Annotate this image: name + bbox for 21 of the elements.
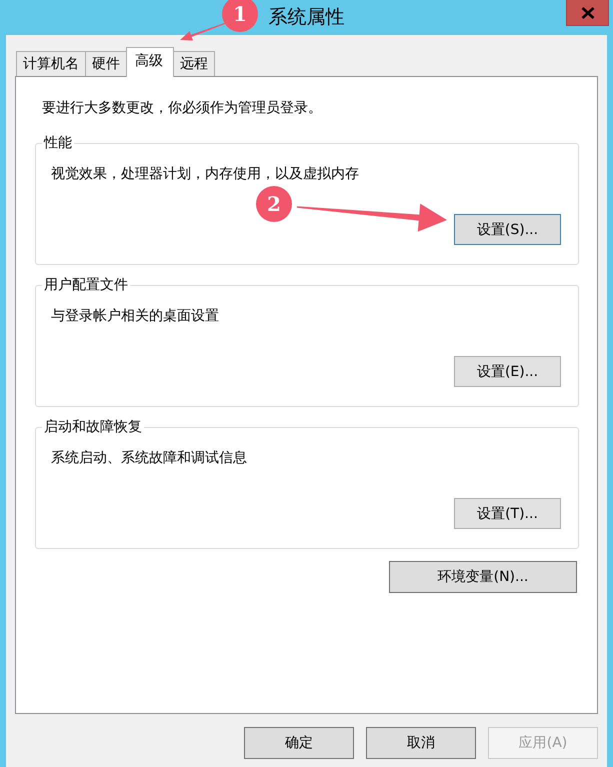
tab[interactable]: 高级 [126, 47, 174, 77]
admin-notice: 要进行大多数更改，你必须作为管理员登录。 [42, 99, 323, 117]
tab[interactable]: 计算机名 [16, 51, 86, 76]
step-number-badge: 1 [222, 0, 258, 32]
close-button[interactable] [566, 0, 609, 26]
tab[interactable]: 硬件 [85, 51, 127, 76]
group-title: 性能 [42, 135, 73, 151]
dialog-button[interactable]: 取消 [366, 727, 476, 759]
group-title: 用户配置文件 [43, 277, 129, 293]
dialog-button[interactable]: 确定 [244, 727, 354, 759]
window-title: 系统属性 [268, 5, 344, 28]
group-description: 视觉效果，处理器计划，内存使用，以及虚拟内存 [51, 165, 360, 183]
group-description: 与登录帐户相关的桌面设置 [51, 307, 220, 325]
group-description: 系统启动、系统故障和调试信息 [51, 449, 248, 467]
environment-variables-button[interactable]: 环境变量(N)... [389, 561, 577, 593]
settings-button[interactable]: 设置(T)... [454, 498, 561, 529]
settings-button[interactable]: 设置(S)... [454, 214, 561, 245]
tab[interactable]: 远程 [173, 51, 215, 76]
close-icon [580, 6, 594, 18]
settings-button[interactable]: 设置(E)... [454, 356, 561, 387]
group-title: 启动和故障恢复 [43, 419, 143, 435]
